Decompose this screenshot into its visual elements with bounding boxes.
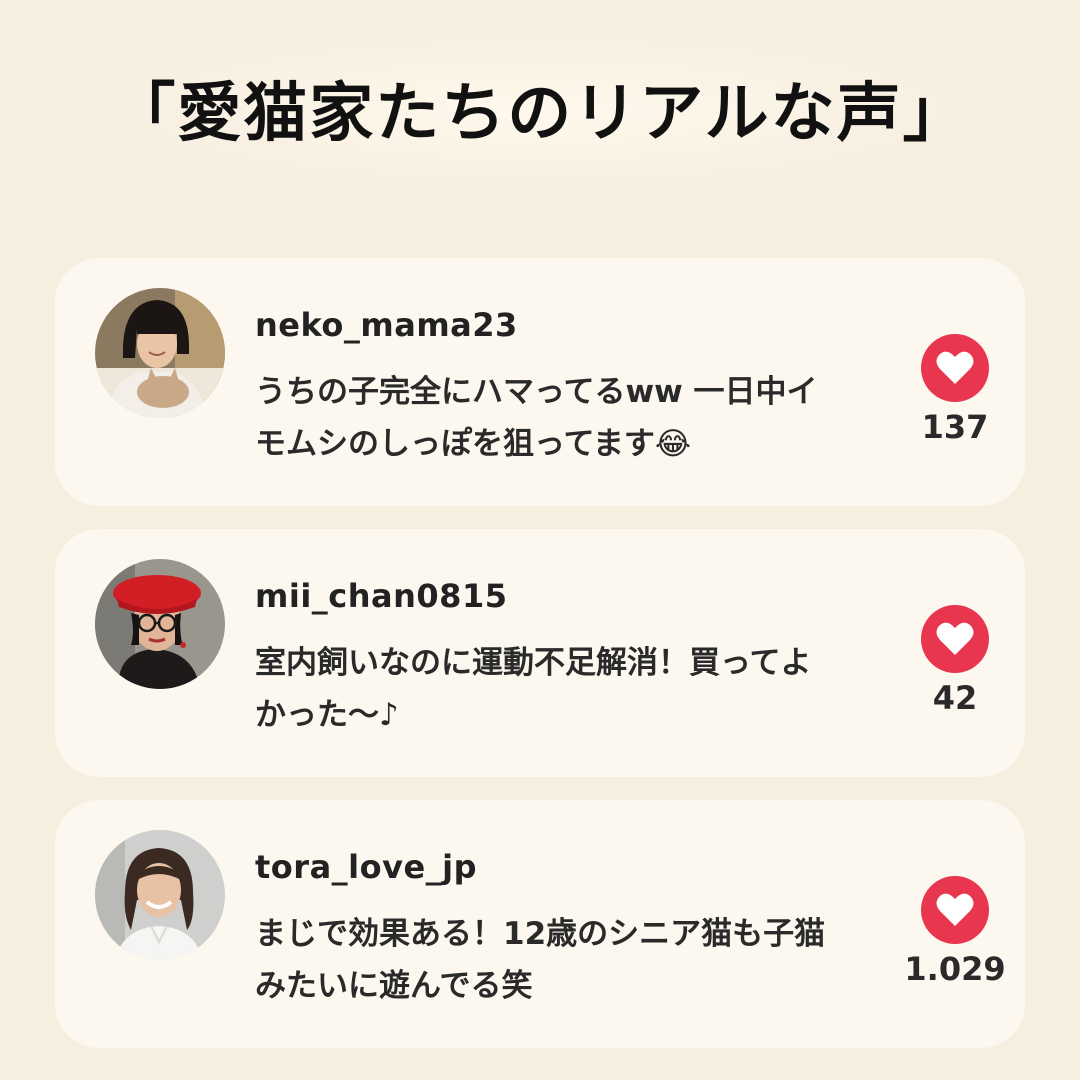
review-card: neko_mama23 うちの子完全にハマってるww 一日中イモムシのしっぽを狙…	[55, 258, 1025, 506]
username[interactable]: mii_chan0815	[255, 577, 507, 615]
like-count: 42	[932, 679, 978, 717]
username[interactable]: neko_mama23	[255, 306, 518, 344]
like-group: 1.029	[895, 876, 1015, 988]
like-button[interactable]	[921, 605, 989, 673]
heart-icon	[936, 893, 974, 926]
page-title: 「愛猫家たちのリアルな声」	[111, 77, 969, 151]
avatar[interactable]	[95, 288, 225, 418]
review-card: mii_chan0815 室内飼いなのに運動不足解消！買ってよかった〜♪ 42	[55, 529, 1025, 777]
avatar[interactable]	[95, 830, 225, 960]
review-card: tora_love_jp まじで効果ある！12歳のシニア猫も子猫みたいに遊んでる…	[55, 800, 1025, 1048]
like-button[interactable]	[921, 334, 989, 402]
like-button[interactable]	[921, 876, 989, 944]
like-count: 1.029	[904, 950, 1006, 988]
avatar[interactable]	[95, 559, 225, 689]
like-count: 137	[921, 408, 989, 446]
username[interactable]: tora_love_jp	[255, 848, 477, 886]
like-group: 137	[895, 334, 1015, 446]
like-group: 42	[895, 605, 1015, 717]
review-comment: うちの子完全にハマってるww 一日中イモムシのしっぽを狙ってます😂	[255, 374, 818, 462]
heart-icon	[936, 622, 974, 655]
review-comment: まじで効果ある！12歳のシニア猫も子猫みたいに遊んでる笑	[255, 916, 826, 1004]
heart-icon	[936, 351, 974, 384]
review-comment: 室内飼いなのに運動不足解消！買ってよかった〜♪	[255, 645, 812, 733]
